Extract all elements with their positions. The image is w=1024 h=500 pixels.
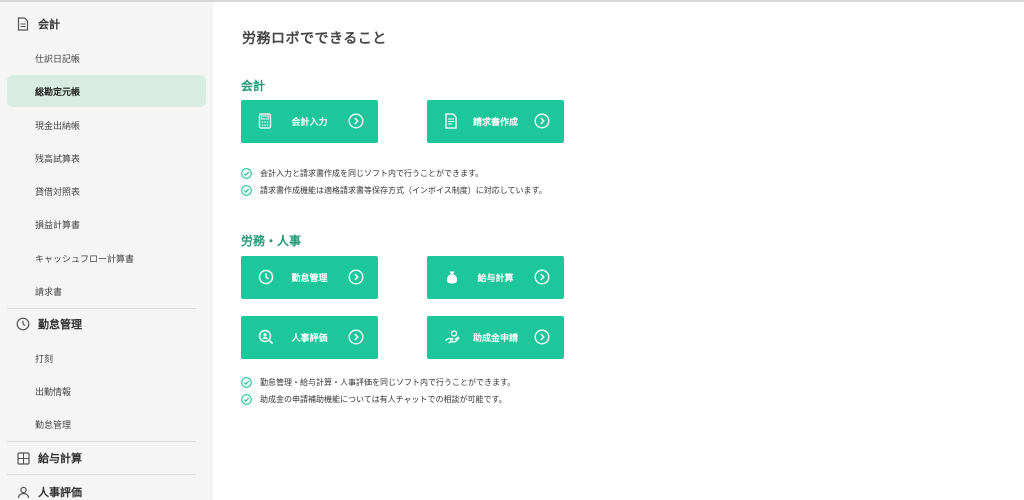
section-title-accounting: 会計 bbox=[241, 79, 266, 93]
sidebar-divider bbox=[7, 441, 196, 442]
chevron-circle-right-icon bbox=[534, 269, 550, 285]
chevron-circle-right-icon bbox=[348, 329, 364, 345]
attendance-management-button[interactable]: 勤怠管理 bbox=[241, 256, 378, 299]
sidebar-item-trial-balance[interactable]: 残高試算表 bbox=[7, 142, 206, 174]
chevron-circle-right-icon bbox=[348, 269, 364, 285]
feature-note-text: 請求書作成機能は適格請求書等保存方式（インボイス制度）に対応しています。 bbox=[260, 186, 547, 195]
sidebar-section-label: 会計 bbox=[38, 18, 60, 31]
sidebar-section-accounting[interactable]: 会計 bbox=[0, 10, 213, 38]
check-circle-icon bbox=[241, 377, 252, 388]
check-circle-icon bbox=[241, 168, 252, 179]
chevron-circle-right-icon bbox=[534, 113, 550, 129]
check-circle-icon bbox=[241, 394, 252, 405]
sidebar-section-attendance[interactable]: 勤怠管理 bbox=[0, 310, 213, 338]
check-circle-icon bbox=[241, 185, 252, 196]
accounting-input-button[interactable]: 会計入力 bbox=[241, 100, 378, 143]
hr-evaluation-button[interactable]: 人事評価 bbox=[241, 316, 378, 359]
page-title: 労務ロボでできること bbox=[242, 31, 387, 47]
sidebar-item-balance-sheet[interactable]: 貸借対照表 bbox=[7, 175, 206, 207]
chevron-circle-right-icon bbox=[534, 329, 550, 345]
sidebar-item-general-ledger[interactable]: 総勘定元帳 bbox=[7, 75, 206, 107]
sidebar: 会計 仕訳日記帳 総勘定元帳 現金出納帳 残高試算表 貸借対照表 損益計算書 キ… bbox=[0, 2, 213, 500]
sidebar-section-evaluation[interactable]: 人事評価 bbox=[0, 478, 213, 500]
feature-note-text: 助成金の申請補助機能については有人チャットでの相談が可能です。 bbox=[260, 395, 507, 404]
sidebar-section-label: 勤怠管理 bbox=[38, 318, 82, 331]
feature-note-text: 勤怠管理・給与計算・人事評価を同じソフト内で行うことができます。 bbox=[260, 378, 516, 387]
sidebar-item-clock-in[interactable]: 打刻 bbox=[7, 342, 206, 374]
sidebar-item-attendance-management[interactable]: 勤怠管理 bbox=[7, 408, 206, 440]
invoice-creation-button[interactable]: 請求書作成 bbox=[427, 100, 564, 143]
clock-icon bbox=[16, 317, 30, 331]
payroll-calculation-button[interactable]: 給与計算 bbox=[427, 256, 564, 299]
sidebar-item-invoice[interactable]: 請求書 bbox=[7, 275, 206, 307]
feature-note: 助成金の申請補助機能については有人チャットでの相談が可能です。 bbox=[241, 394, 507, 405]
sidebar-section-label: 人事評価 bbox=[38, 486, 82, 499]
sidebar-item-journal[interactable]: 仕訳日記帳 bbox=[7, 42, 206, 74]
sidebar-item-cash-book[interactable]: 現金出納帳 bbox=[7, 109, 206, 141]
calculator-grid-icon bbox=[16, 451, 30, 465]
feature-note: 勤怠管理・給与計算・人事評価を同じソフト内で行うことができます。 bbox=[241, 377, 515, 388]
sidebar-section-payroll[interactable]: 給与計算 bbox=[0, 444, 213, 472]
main-content: 労務ロボでできること 会計 会計入力 請求書作成 会計入力と請求書作成を同じソフ… bbox=[213, 2, 1024, 500]
sidebar-item-attendance-info[interactable]: 出勤情報 bbox=[7, 375, 206, 407]
person-icon bbox=[16, 485, 30, 499]
sidebar-divider bbox=[7, 308, 196, 309]
feature-note: 請求書作成機能は適格請求書等保存方式（インボイス制度）に対応しています。 bbox=[241, 185, 547, 196]
sidebar-item-cash-flow[interactable]: キャッシュフロー計算書 bbox=[7, 242, 206, 274]
feature-note-text: 会計入力と請求書作成を同じソフト内で行うことができます。 bbox=[260, 169, 484, 178]
sidebar-item-income-statement[interactable]: 損益計算書 bbox=[7, 208, 206, 240]
document-icon bbox=[16, 17, 30, 31]
sidebar-divider bbox=[7, 474, 196, 475]
subsidy-application-button[interactable]: 助成金申請 bbox=[427, 316, 564, 359]
feature-note: 会計入力と請求書作成を同じソフト内で行うことができます。 bbox=[241, 168, 483, 179]
sidebar-section-label: 給与計算 bbox=[38, 452, 82, 465]
chevron-circle-right-icon bbox=[348, 113, 364, 129]
section-title-hr: 労務・人事 bbox=[241, 234, 302, 248]
